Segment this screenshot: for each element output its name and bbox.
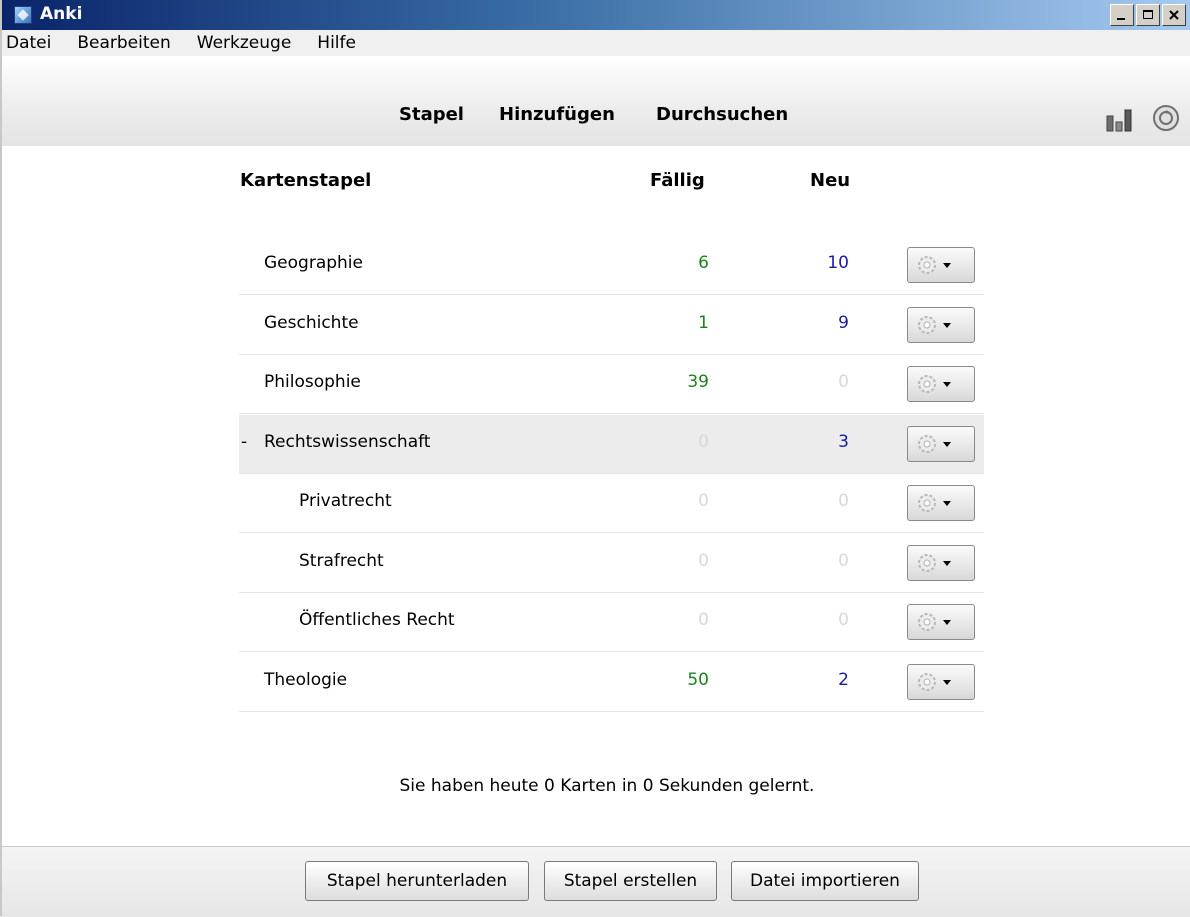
new-count: 2 bbox=[838, 669, 849, 690]
decks-link[interactable]: Stapel bbox=[399, 104, 464, 125]
due-count: 0 bbox=[698, 550, 709, 571]
window-title: Anki bbox=[40, 4, 83, 24]
window-controls bbox=[1110, 4, 1186, 26]
new-count: 0 bbox=[838, 610, 849, 630]
download-deck-button[interactable]: Stapel herunterladen bbox=[305, 861, 529, 901]
deck-row[interactable]: Privatrecht 0 0 bbox=[239, 474, 984, 533]
menu-werkzeuge[interactable]: Werkzeuge bbox=[184, 33, 305, 53]
stats-icon[interactable] bbox=[1106, 108, 1136, 132]
due-count: 0 bbox=[698, 431, 709, 452]
anki-window: Anki Datei Bearbeiten Werkzeuge Hilfe St… bbox=[0, 0, 1190, 917]
gear-icon bbox=[918, 553, 951, 572]
deck-browser: Kartenstapel Fällig Neu Geographie 6 10 Ges… bbox=[2, 146, 1190, 846]
due-count: 39 bbox=[687, 372, 709, 392]
deck-options-button[interactable] bbox=[907, 247, 975, 283]
deck-name[interactable]: Privatrecht bbox=[299, 491, 392, 511]
menu-label: Hilfe bbox=[317, 33, 356, 53]
create-deck-button[interactable]: Stapel erstellen bbox=[544, 861, 717, 901]
deck-name[interactable]: Strafrecht bbox=[299, 551, 384, 571]
collapse-toggle[interactable]: - bbox=[241, 432, 247, 452]
deck-name[interactable]: Rechtswissenschaft bbox=[264, 432, 430, 452]
gear-icon bbox=[918, 375, 951, 393]
menu-datei[interactable]: Datei bbox=[2, 33, 64, 53]
add-link[interactable]: Hinzufügen bbox=[499, 104, 615, 125]
title-bar[interactable]: Anki bbox=[2, 0, 1190, 30]
gear-icon bbox=[918, 315, 951, 334]
due-count: 50 bbox=[687, 669, 709, 690]
menu-label: Datei bbox=[6, 33, 52, 53]
deck-row[interactable]: - Rechtswissenschaft 0 3 bbox=[239, 414, 984, 474]
import-file-button[interactable]: Datei importieren bbox=[731, 861, 919, 901]
gear-icon bbox=[918, 494, 951, 512]
deck-row[interactable]: Geschichte 1 9 bbox=[239, 296, 984, 355]
due-count: 0 bbox=[698, 610, 709, 630]
header-new: Neu bbox=[810, 170, 851, 191]
deck-name[interactable]: Theologie bbox=[264, 670, 347, 690]
app-icon bbox=[14, 6, 32, 24]
new-count: 9 bbox=[838, 312, 849, 333]
header-due: Fällig bbox=[650, 170, 705, 191]
menu-hilfe[interactable]: Hilfe bbox=[304, 33, 369, 53]
bottom-bar: Stapel herunterladen Stapel erstellen Da… bbox=[2, 846, 1190, 917]
due-count: 6 bbox=[698, 253, 709, 273]
maximize-icon[interactable] bbox=[1136, 4, 1160, 26]
gear-icon bbox=[918, 256, 951, 274]
deck-options-button[interactable] bbox=[907, 663, 975, 700]
deck-options-button[interactable] bbox=[907, 604, 975, 640]
sync-icon[interactable] bbox=[1152, 104, 1180, 132]
menu-label: Bearbeiten bbox=[77, 33, 171, 53]
deck-options-button[interactable] bbox=[907, 425, 975, 462]
deck-name[interactable]: Geschichte bbox=[264, 313, 359, 333]
new-count: 0 bbox=[838, 491, 849, 511]
gear-icon bbox=[918, 672, 951, 691]
deck-row[interactable]: Strafrecht 0 0 bbox=[239, 534, 984, 593]
close-icon[interactable] bbox=[1162, 4, 1186, 26]
due-count: 0 bbox=[698, 491, 709, 511]
deck-row[interactable]: Theologie 50 2 bbox=[239, 653, 984, 712]
new-count: 0 bbox=[838, 550, 849, 571]
deck-name[interactable]: Öffentliches Recht bbox=[299, 610, 455, 630]
deck-name[interactable]: Philosophie bbox=[264, 372, 361, 392]
menu-bearbeiten[interactable]: Bearbeiten bbox=[64, 33, 183, 53]
browse-link[interactable]: Durchsuchen bbox=[656, 104, 788, 125]
new-count: 0 bbox=[838, 372, 849, 392]
gear-icon bbox=[918, 434, 951, 453]
menu-bar: Datei Bearbeiten Werkzeuge Hilfe bbox=[2, 30, 1190, 57]
header-deck: Kartenstapel bbox=[240, 170, 372, 191]
deck-options-button[interactable] bbox=[907, 544, 975, 581]
deck-options-button[interactable] bbox=[907, 366, 975, 402]
menu-label: Werkzeuge bbox=[196, 33, 292, 53]
new-count: 3 bbox=[838, 431, 849, 452]
deck-row[interactable]: Öffentliches Recht 0 0 bbox=[239, 593, 984, 652]
gear-icon bbox=[918, 613, 951, 631]
deck-row[interactable]: Philosophie 39 0 bbox=[239, 355, 984, 414]
deck-options-button[interactable] bbox=[907, 306, 975, 343]
deck-name[interactable]: Geographie bbox=[264, 253, 363, 273]
deck-row[interactable]: Geographie 6 10 bbox=[239, 236, 984, 295]
minimize-icon[interactable] bbox=[1110, 4, 1134, 26]
main-toolbar: Stapel Hinzufügen Durchsuchen bbox=[2, 56, 1190, 147]
studied-today-text: Sie haben heute 0 Karten in 0 Sekunden g… bbox=[399, 776, 815, 796]
new-count: 10 bbox=[827, 253, 849, 273]
deck-options-button[interactable] bbox=[907, 485, 975, 521]
due-count: 1 bbox=[698, 312, 709, 333]
